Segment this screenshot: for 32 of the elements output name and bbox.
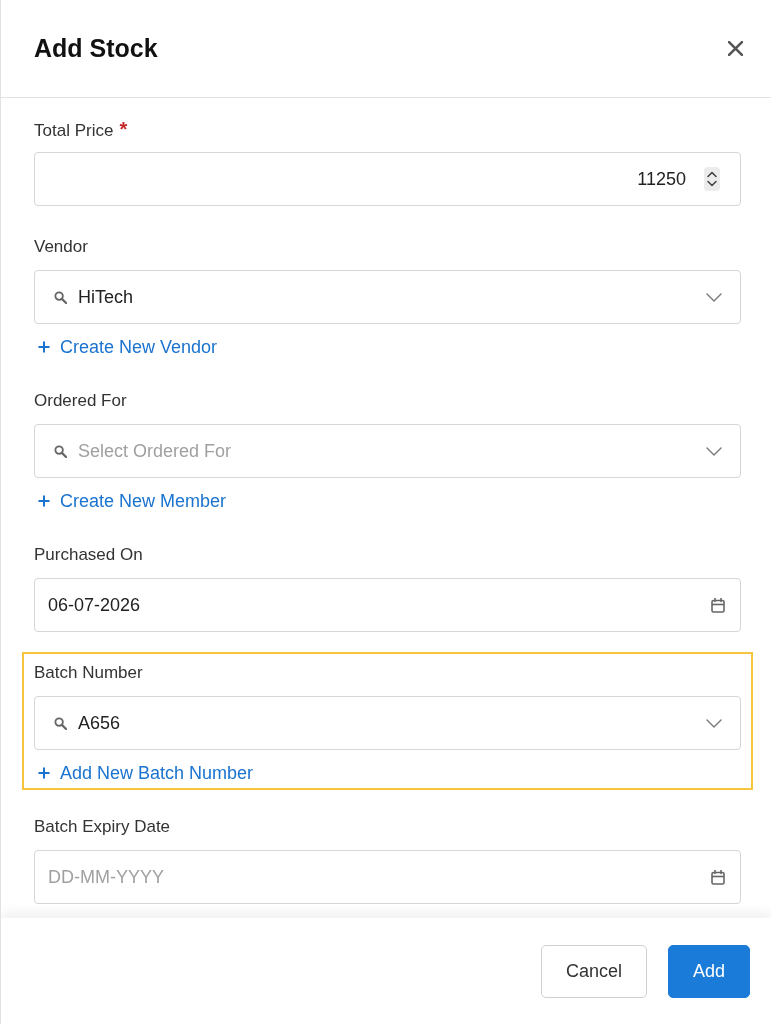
- search-icon: [54, 444, 67, 458]
- chevron-down-icon[interactable]: [706, 446, 722, 456]
- calendar-icon[interactable]: [711, 869, 725, 885]
- field-label: Vendor: [34, 236, 88, 258]
- chevron-down-icon[interactable]: [706, 292, 722, 302]
- search-icon: [54, 290, 67, 304]
- plus-icon: [38, 341, 50, 353]
- date-field[interactable]: 06-07-2026: [34, 578, 741, 632]
- calendar-icon[interactable]: [711, 597, 725, 613]
- date-field[interactable]: DD-MM-YYYY: [34, 850, 741, 904]
- add-button[interactable]: Add: [668, 944, 750, 998]
- add-option-link[interactable]: Create New Vendor: [34, 336, 218, 358]
- spinner-icon[interactable]: [704, 167, 720, 191]
- close-icon[interactable]: [728, 41, 743, 56]
- dialog-title: Add Stock: [34, 34, 159, 63]
- required-mark: *: [119, 118, 128, 140]
- field-label: Total Price: [34, 120, 114, 142]
- field-label: Batch Number: [34, 662, 143, 684]
- search-icon: [54, 716, 67, 730]
- field-label: Batch Expiry Date: [34, 816, 171, 838]
- select-field[interactable]: A656: [34, 696, 741, 750]
- chevron-down-icon[interactable]: [706, 718, 722, 728]
- cancel-button[interactable]: Cancel: [541, 944, 647, 998]
- add-option-link[interactable]: Add New Batch Number: [34, 762, 254, 784]
- select-field[interactable]: Select Ordered For: [34, 424, 741, 478]
- select-field[interactable]: HiTech: [34, 270, 741, 324]
- field-label: Purchased On: [34, 544, 143, 566]
- plus-icon: [38, 495, 50, 507]
- field-label: Ordered For: [34, 390, 127, 412]
- add-option-link[interactable]: Create New Member: [34, 490, 227, 512]
- number-field[interactable]: 11250: [34, 152, 741, 206]
- plus-icon: [38, 767, 50, 779]
